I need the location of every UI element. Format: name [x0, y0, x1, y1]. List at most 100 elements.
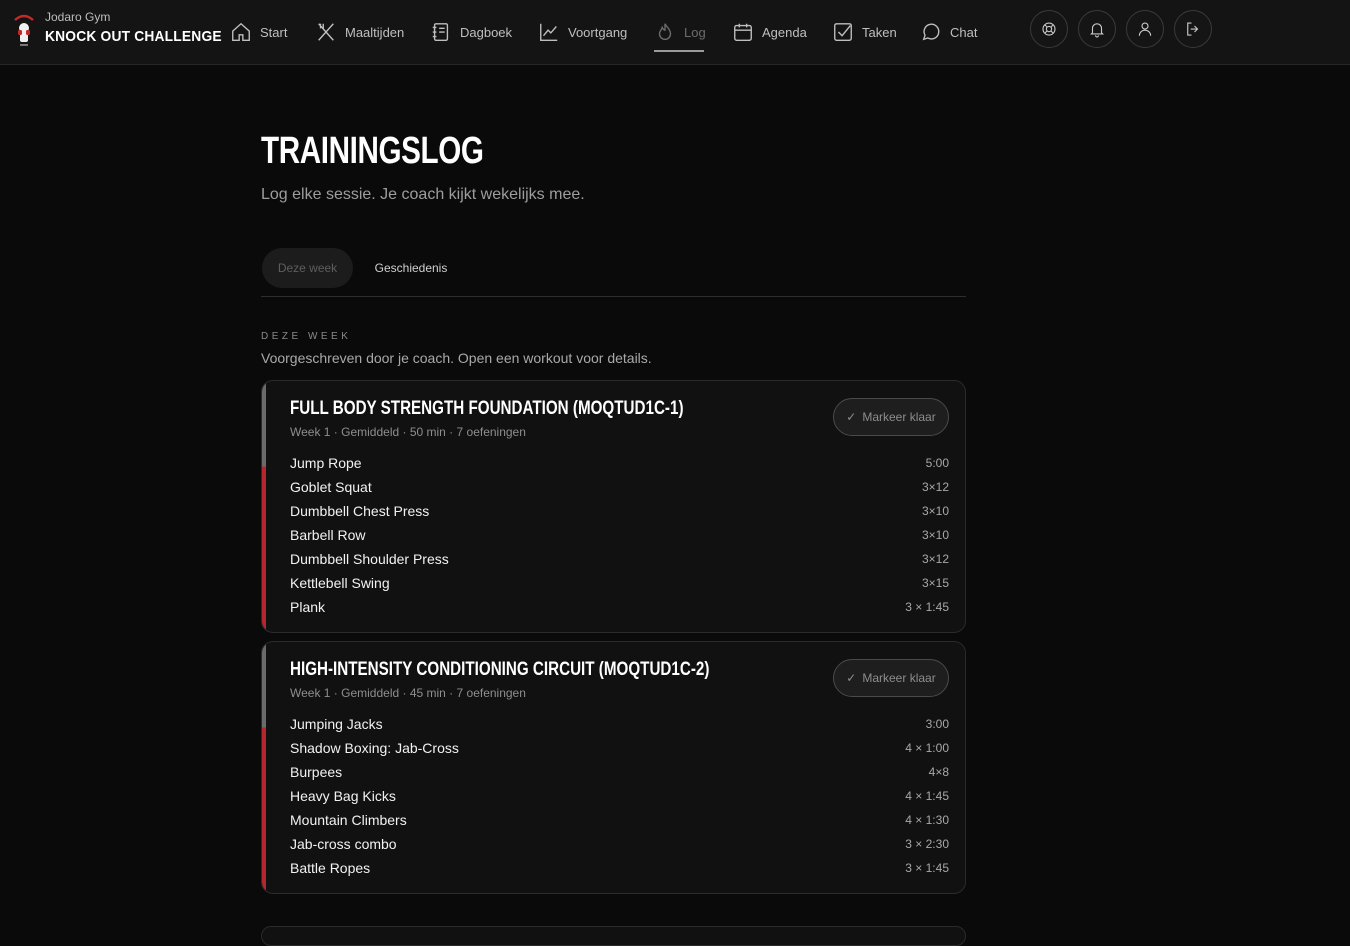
nav-item-label: Dagboek — [460, 24, 513, 40]
nav-item-label: Log — [684, 24, 706, 40]
exercise-row: Jab-cross combo 3 × 2:30 — [290, 834, 949, 854]
nav-item-chat[interactable]: Chat — [920, 18, 977, 46]
exercise-name: Barbell Row — [290, 527, 366, 543]
nav-item-agenda[interactable]: Agenda — [732, 18, 807, 46]
logout-icon — [1187, 22, 1199, 36]
card-accent-bar — [262, 381, 266, 632]
utensils-icon — [318, 23, 334, 41]
nav-item-start[interactable]: Start — [230, 18, 287, 46]
exercise-name: Goblet Squat — [290, 479, 372, 495]
nav-item-voortgang[interactable]: Voortgang — [538, 18, 627, 46]
tab-deze-week[interactable]: Deze week — [262, 248, 353, 288]
exercise-row: Burpees 4×8 — [290, 762, 949, 782]
exercise-row: Kettlebell Swing 3×15 — [290, 573, 949, 593]
checkbox-icon — [834, 23, 852, 41]
tab-geschiedenis[interactable]: Geschiedenis — [361, 248, 461, 288]
nav-item-maaltijden[interactable]: Maaltijden — [315, 18, 404, 46]
user-icon — [1138, 22, 1152, 36]
exercise-name: Jab-cross combo — [290, 836, 397, 852]
page-subtitle: Log elke sessie. Je coach kijkt wekelijk… — [261, 186, 585, 203]
help-button[interactable] — [1030, 10, 1068, 48]
exercise-name: Battle Ropes — [290, 860, 371, 876]
exercise-name: Jumping Jacks — [290, 716, 383, 732]
exercise-prescription: 4 × 1:00 — [905, 741, 949, 755]
lifebuoy-icon — [1042, 22, 1056, 36]
brand-subtitle: Jodaro Gym — [45, 10, 111, 24]
exercise-prescription: 3 × 1:45 — [905, 600, 949, 614]
exercise-prescription: 3×12 — [921, 480, 949, 494]
exercise-prescription: 4 × 1:30 — [905, 813, 949, 827]
exercise-name: Kettlebell Swing — [290, 575, 390, 591]
nav-item-label: Taken — [862, 24, 897, 40]
exercise-row: Shadow Boxing: Jab-Cross 4 × 1:00 — [290, 738, 949, 758]
page-title: TRAININGSLOG — [261, 130, 484, 172]
exercise-row: Goblet Squat 3×12 — [290, 477, 949, 497]
card-accent-bar — [262, 642, 266, 893]
exercise-row: Jump Rope 5:00 — [290, 453, 949, 473]
exercise-row: Battle Ropes 3 × 1:45 — [290, 858, 949, 878]
mark-done-label: Markeer klaar — [862, 410, 936, 424]
checkmark-icon: ✓ — [846, 410, 857, 424]
mark-done-label: Markeer klaar — [862, 671, 936, 685]
exercise-row: Plank 3 × 1:45 — [290, 597, 949, 617]
chat-bubble-icon — [922, 23, 940, 41]
exercise-name: Heavy Bag Kicks — [290, 788, 396, 804]
section-description: Voorgeschreven door je coach. Open een w… — [261, 350, 652, 366]
brand-logo-icon — [14, 14, 34, 46]
exercise-name: Dumbbell Chest Press — [290, 503, 430, 519]
exercise-row: Jumping Jacks 3:00 — [290, 714, 949, 734]
logout-button[interactable] — [1174, 10, 1212, 48]
bell-icon — [1090, 23, 1104, 38]
exercise-name: Dumbbell Shoulder Press — [290, 551, 449, 567]
nav-item-taken[interactable]: Taken — [832, 18, 897, 46]
flame-icon — [658, 23, 672, 40]
workout-meta: Week 1 · Gemiddeld · 50 min · 7 oefening… — [290, 425, 526, 439]
calendar-icon — [734, 23, 752, 41]
nav-item-label: Start — [260, 24, 288, 40]
chart-line-icon — [540, 23, 558, 41]
nav-item-label: Chat — [950, 24, 978, 40]
mark-done-button[interactable]: ✓ Markeer klaar — [833, 398, 949, 436]
exercise-prescription: 5:00 — [925, 456, 949, 470]
exercise-prescription: 3 × 2:30 — [905, 837, 949, 851]
workout-card-partial[interactable] — [261, 926, 966, 946]
exercise-prescription: 3×10 — [921, 504, 949, 518]
exercise-prescription: 4×8 — [928, 765, 949, 779]
exercise-prescription: 3:00 — [925, 717, 949, 731]
exercise-prescription: 3×12 — [921, 552, 949, 566]
workout-title: FULL BODY STRENGTH FOUNDATION (MOQTUD1C-… — [290, 398, 684, 419]
exercise-row: Dumbbell Chest Press 3×10 — [290, 501, 949, 521]
section-label: DEZE WEEK — [261, 331, 352, 342]
nav-item-log[interactable]: Log — [654, 18, 706, 46]
active-nav-underline — [654, 50, 704, 52]
exercise-prescription: 3×15 — [921, 576, 949, 590]
exercise-row: Barbell Row 3×10 — [290, 525, 949, 545]
home-icon — [232, 22, 250, 41]
nav-item-dagboek[interactable]: Dagboek — [430, 18, 512, 46]
exercise-prescription: 3 × 1:45 — [905, 861, 949, 875]
nav-item-label: Maaltijden — [345, 24, 405, 40]
top-navigation-bar: Jodaro Gym KNOCK OUT CHALLENGE Start Maa… — [0, 0, 1350, 65]
exercise-name: Shadow Boxing: Jab-Cross — [290, 740, 459, 756]
exercise-name: Mountain Climbers — [290, 812, 407, 828]
nav-item-label: Voortgang — [568, 24, 628, 40]
nav-item-label: Agenda — [762, 24, 807, 40]
workout-card[interactable]: HIGH-INTENSITY CONDITIONING CIRCUIT (MOQ… — [261, 641, 966, 894]
exercise-row: Dumbbell Shoulder Press 3×12 — [290, 549, 949, 569]
brand-title: KNOCK OUT CHALLENGE — [45, 28, 222, 45]
exercise-row: Heavy Bag Kicks 4 × 1:45 — [290, 786, 949, 806]
workout-card[interactable]: FULL BODY STRENGTH FOUNDATION (MOQTUD1C-… — [261, 380, 966, 633]
exercise-prescription: 4 × 1:45 — [905, 789, 949, 803]
workout-meta: Week 1 · Gemiddeld · 45 min · 7 oefening… — [290, 686, 526, 700]
exercise-prescription: 3×10 — [921, 528, 949, 542]
exercise-name: Burpees — [290, 764, 343, 780]
profile-button[interactable] — [1126, 10, 1164, 48]
mark-done-button[interactable]: ✓ Markeer klaar — [833, 659, 949, 697]
exercise-name: Jump Rope — [290, 455, 362, 471]
notebook-icon — [432, 23, 449, 41]
workout-title: HIGH-INTENSITY CONDITIONING CIRCUIT (MOQ… — [290, 659, 710, 680]
exercise-row: Mountain Climbers 4 × 1:30 — [290, 810, 949, 830]
exercise-name: Plank — [290, 599, 326, 615]
checkmark-icon: ✓ — [846, 671, 857, 685]
notifications-button[interactable] — [1078, 10, 1116, 48]
